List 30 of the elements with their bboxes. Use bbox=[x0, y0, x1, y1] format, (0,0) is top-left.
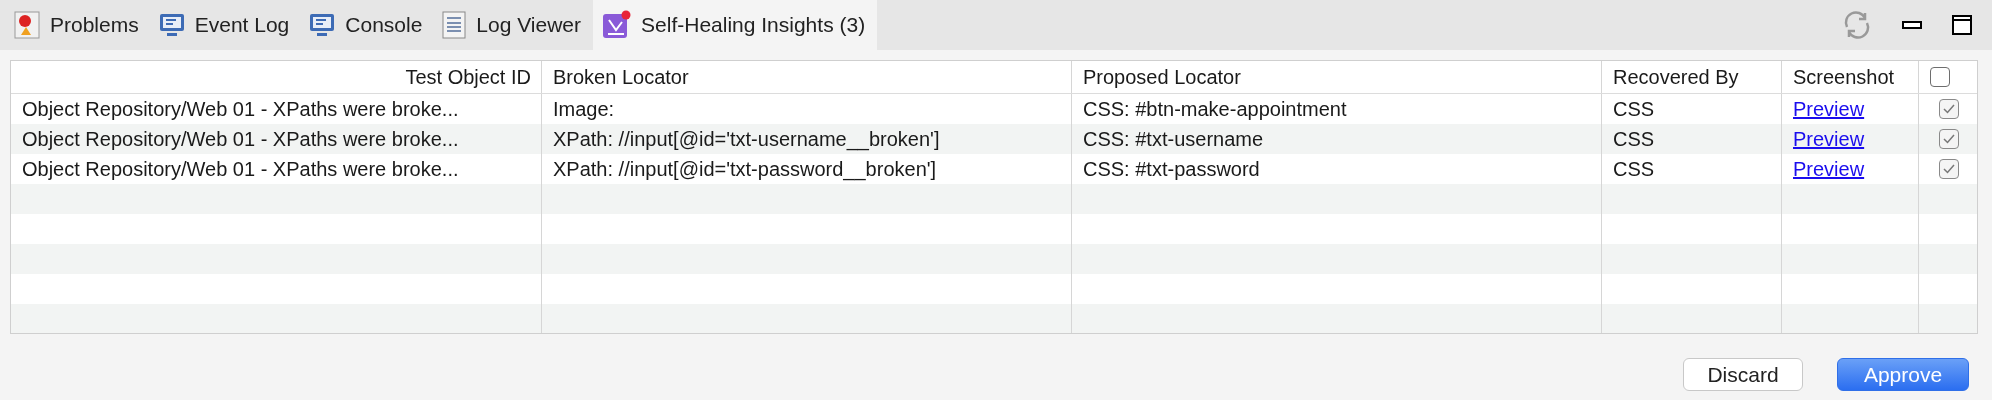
approve-button[interactable]: Approve bbox=[1837, 358, 1969, 391]
view-tab[interactable]: Self-Healing Insights (3) bbox=[593, 0, 878, 50]
discard-button[interactable]: Discard bbox=[1683, 358, 1803, 391]
minimize-icon[interactable] bbox=[1902, 21, 1922, 29]
log-icon bbox=[442, 11, 467, 39]
monitor-icon bbox=[309, 12, 336, 38]
column-header[interactable]: Test Object ID bbox=[11, 61, 542, 93]
check-icon bbox=[1943, 164, 1955, 174]
column-header[interactable]: Screenshot bbox=[1782, 61, 1919, 93]
check-icon bbox=[1943, 104, 1955, 114]
row-checkbox[interactable] bbox=[1939, 129, 1959, 149]
row-checkbox[interactable] bbox=[1939, 159, 1959, 179]
preview-link[interactable]: Preview bbox=[1793, 127, 1865, 151]
monitor-icon bbox=[158, 12, 185, 38]
view-tab[interactable]: Problems bbox=[6, 0, 151, 50]
view-tab[interactable]: Console bbox=[301, 0, 435, 50]
row-checkbox[interactable] bbox=[1939, 99, 1959, 119]
select-all-checkbox[interactable] bbox=[1930, 67, 1950, 87]
view-tab[interactable]: Event Log bbox=[150, 0, 302, 50]
healing-icon bbox=[601, 10, 632, 40]
preview-link[interactable]: Preview bbox=[1793, 97, 1865, 121]
column-header[interactable]: Proposed Locator bbox=[1072, 61, 1602, 93]
refresh-icon[interactable] bbox=[1842, 10, 1872, 40]
maximize-icon[interactable] bbox=[1952, 15, 1972, 35]
view-tab[interactable]: Log Viewer bbox=[434, 0, 594, 50]
problems-icon bbox=[14, 11, 40, 39]
preview-link[interactable]: Preview bbox=[1793, 157, 1865, 181]
check-icon bbox=[1943, 134, 1955, 144]
column-header[interactable]: Broken Locator bbox=[542, 61, 1072, 93]
column-header[interactable]: Recovered By bbox=[1602, 61, 1782, 93]
